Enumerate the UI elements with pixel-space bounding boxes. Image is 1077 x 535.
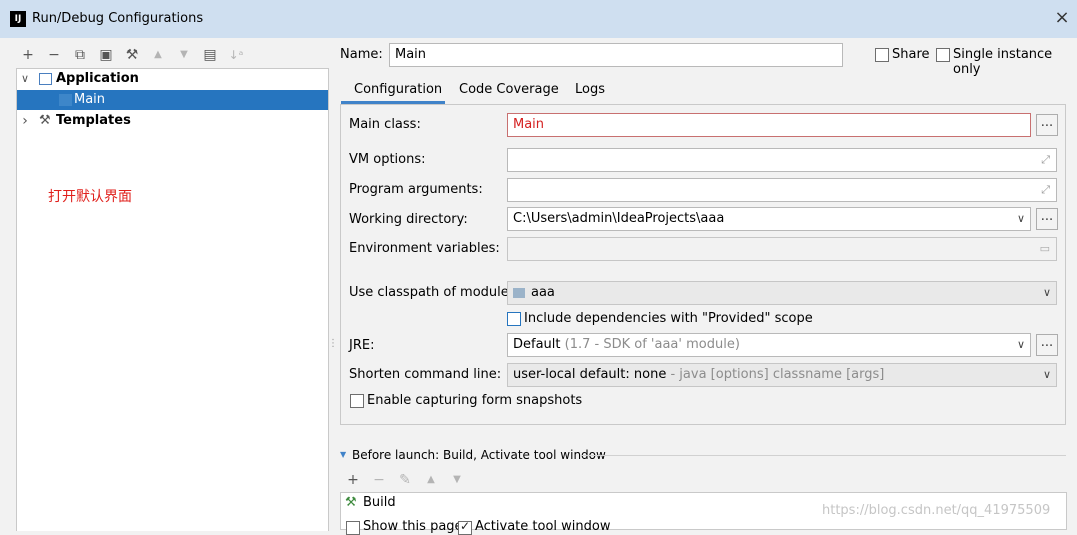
before-launch-edit-button[interactable]: ✎ — [395, 470, 415, 490]
watermark: https://blog.csdn.net/qq_41975509 — [822, 503, 1051, 518]
window-title: Run/Debug Configurations — [32, 11, 204, 26]
shorten-command-line-combobox[interactable]: user-local default: none - java [options… — [507, 363, 1057, 387]
module-icon — [513, 287, 525, 298]
collapse-triangle-icon[interactable]: ▼ — [340, 450, 346, 459]
before-launch-title[interactable]: Before launch: Build, Activate tool wind… — [352, 448, 606, 462]
folder-icon[interactable]: ▭ — [1040, 238, 1050, 260]
save-configuration-button[interactable]: ▣ — [96, 45, 116, 65]
program-arguments-input[interactable]: ⤢ — [507, 178, 1057, 202]
program-arguments-label: Program arguments: — [349, 182, 483, 197]
environment-variables-label: Environment variables: — [349, 241, 500, 256]
name-label: Name: — [340, 47, 383, 62]
working-directory-label: Working directory: — [349, 212, 468, 227]
before-launch-remove-button[interactable]: − — [369, 470, 389, 490]
jre-value: Default — [513, 337, 561, 352]
copy-configuration-button[interactable]: ⧉ — [70, 45, 90, 65]
tree-item-main[interactable]: Main — [17, 90, 328, 110]
main-class-label: Main class: — [349, 117, 421, 132]
jre-combobox[interactable]: Default (1.7 - SDK of 'aaa' module) ∨ — [507, 333, 1031, 357]
hammer-icon: ⚒ — [345, 495, 357, 510]
divider — [580, 455, 1066, 456]
include-provided-checkbox[interactable] — [507, 312, 521, 326]
configurations-tree: ∨ Application Main › ⚒ Templates — [16, 68, 329, 531]
remove-configuration-button[interactable]: − — [44, 45, 64, 65]
main-config-icon — [59, 94, 72, 106]
wrench-icon: ⚒ — [39, 113, 51, 128]
chevron-down-icon[interactable]: ∨ — [1043, 364, 1051, 386]
before-launch-add-button[interactable]: + — [343, 470, 363, 490]
shorten-command-line-label: Shorten command line: — [349, 367, 502, 382]
expand-icon[interactable]: ⤢ — [1041, 179, 1050, 201]
move-up-button[interactable]: ▲ — [148, 45, 168, 65]
chevron-down-icon[interactable]: ∨ — [1017, 208, 1025, 230]
main-class-browse-button[interactable]: ... — [1036, 114, 1058, 136]
chevron-right-icon[interactable]: › — [19, 111, 31, 131]
tab-configuration[interactable]: Configuration — [354, 82, 442, 102]
application-icon — [39, 73, 52, 85]
new-folder-button[interactable]: ▤ — [200, 45, 220, 65]
shorten-command-line-hint: - java [options] classname [args] — [670, 367, 885, 382]
before-launch-up-button[interactable]: ▲ — [421, 470, 441, 490]
include-provided-label[interactable]: Include dependencies with "Provided" sco… — [524, 311, 813, 326]
working-directory-combobox[interactable]: C:\Users\admin\IdeaProjects\aaa ∨ — [507, 207, 1031, 231]
classpath-module-value: aaa — [531, 285, 555, 300]
chevron-down-icon[interactable]: ∨ — [1017, 334, 1025, 356]
chevron-down-icon[interactable]: ∨ — [19, 69, 31, 89]
jre-label: JRE: — [349, 338, 375, 353]
intellij-logo-icon: IJ — [10, 11, 26, 27]
environment-variables-input[interactable]: ▭ — [507, 237, 1057, 261]
tree-item-templates[interactable]: › ⚒ Templates — [17, 111, 328, 131]
tab-logs[interactable]: Logs — [575, 82, 605, 102]
tree-item-label: Templates — [56, 113, 131, 128]
name-input[interactable]: Main — [389, 43, 843, 67]
list-item-label: Build — [363, 495, 396, 510]
add-configuration-button[interactable]: + — [18, 45, 38, 65]
chevron-down-icon[interactable]: ∨ — [1043, 282, 1051, 304]
sort-button[interactable]: ↓ᵃ — [226, 45, 246, 65]
vm-options-label: VM options: — [349, 152, 426, 167]
tab-code-coverage[interactable]: Code Coverage — [459, 82, 559, 102]
jre-browse-button[interactable]: ... — [1036, 334, 1058, 356]
tree-item-label: Main — [74, 92, 106, 107]
vm-options-input[interactable]: ⤢ — [507, 148, 1057, 172]
working-directory-value: C:\Users\admin\IdeaProjects\aaa — [513, 211, 725, 226]
before-launch-down-button[interactable]: ▼ — [447, 470, 467, 490]
annotation-text: 打开默认界面 — [48, 189, 132, 205]
shorten-command-line-value: user-local default: none — [513, 367, 667, 382]
tree-item-label: Application — [56, 71, 139, 86]
tree-item-application[interactable]: ∨ Application — [17, 69, 328, 89]
activate-tool-window-label[interactable]: Activate tool window — [475, 519, 610, 534]
single-instance-label[interactable]: Single instance only — [953, 47, 1077, 77]
single-instance-checkbox[interactable] — [936, 48, 950, 62]
classpath-module-combobox[interactable]: aaa ∨ — [507, 281, 1057, 305]
share-label[interactable]: Share — [892, 47, 930, 62]
jre-hint: (1.7 - SDK of 'aaa' module) — [564, 337, 740, 352]
snapshots-checkbox[interactable] — [350, 394, 364, 408]
edit-defaults-wrench-icon[interactable]: ⚒ — [122, 45, 142, 65]
main-class-input[interactable]: Main — [507, 113, 1031, 137]
close-button[interactable]: × — [1052, 8, 1072, 28]
show-page-label[interactable]: Show this page — [363, 519, 463, 534]
share-checkbox[interactable] — [875, 48, 889, 62]
snapshots-label[interactable]: Enable capturing form snapshots — [367, 393, 582, 408]
expand-icon[interactable]: ⤢ — [1041, 149, 1050, 171]
configurations-toolbar: + − ⧉ ▣ ⚒ ▲ ▼ ▤ ↓ᵃ — [16, 43, 326, 67]
move-down-button[interactable]: ▼ — [174, 45, 194, 65]
panel-splitter[interactable]: ⋮ — [328, 338, 338, 349]
show-page-checkbox[interactable] — [346, 521, 360, 535]
working-directory-browse-button[interactable]: ... — [1036, 208, 1058, 230]
classpath-module-label: Use classpath of module: — [349, 285, 514, 300]
activate-tool-window-checkbox[interactable] — [458, 519, 472, 535]
